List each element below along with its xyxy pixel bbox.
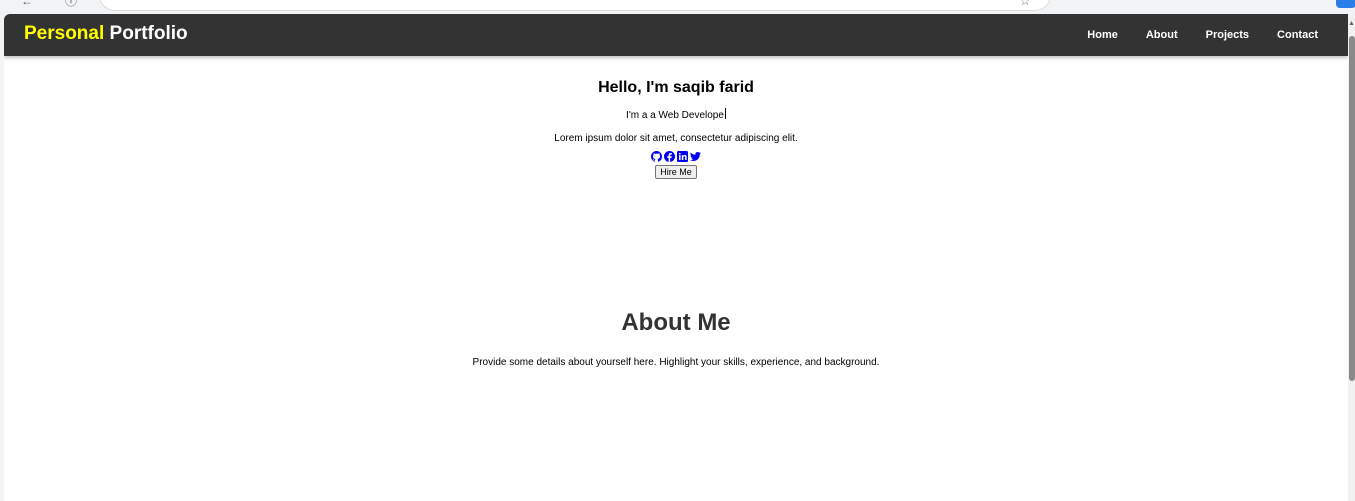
logo-accent: Personal [24, 23, 105, 44]
scrollbar-thumb[interactable] [1349, 36, 1355, 381]
nav-links: Home About Projects Contact [1059, 14, 1318, 56]
about-title: About Me [621, 309, 731, 336]
page-scrollbar[interactable]: ▲ [1348, 14, 1355, 501]
hero-description: Lorem ipsum dolor sit amet, consectetur … [554, 133, 798, 144]
scroll-up-icon[interactable]: ▲ [1348, 20, 1355, 28]
hero-section: Hello, I'm saqib farid I'm a a Web Devel… [4, 78, 1348, 180]
typing-text: I'm a a Web Develope [626, 110, 724, 121]
site-logo[interactable]: Personal Portfolio [24, 23, 188, 45]
star-icon[interactable]: ☆ [1018, 0, 1032, 8]
browser-toolbar: ← ⓘ ☆ [0, 0, 1355, 14]
nav-link-home[interactable]: Home [1087, 29, 1118, 41]
address-bar[interactable] [100, 0, 1050, 10]
nav-link-projects[interactable]: Projects [1206, 29, 1249, 41]
page-viewport: Personal Portfolio Home About Projects C… [4, 14, 1348, 501]
github-icon[interactable] [651, 151, 662, 162]
logo-rest: Portfolio [104, 23, 188, 44]
nav-link-contact[interactable]: Contact [1277, 29, 1318, 41]
back-icon[interactable]: ← [20, 0, 34, 8]
about-section: About Me Provide some details about your… [4, 308, 1348, 370]
navbar: Personal Portfolio Home About Projects C… [4, 14, 1348, 56]
linkedin-icon[interactable] [677, 151, 688, 162]
nav-link-about[interactable]: About [1146, 29, 1178, 41]
hire-me-button[interactable]: Hire Me [655, 165, 697, 179]
typing-text-line: I'm a a Web Develope [4, 108, 1348, 123]
hero-title: Hello, I'm saqib farid [598, 79, 754, 96]
about-text: Provide some details about yourself here… [472, 357, 880, 368]
social-links [4, 151, 1348, 162]
facebook-icon[interactable] [664, 151, 675, 162]
profile-icon[interactable] [1336, 0, 1355, 8]
twitter-icon[interactable] [690, 151, 701, 162]
info-icon[interactable]: ⓘ [64, 0, 78, 8]
typing-cursor [724, 108, 726, 119]
